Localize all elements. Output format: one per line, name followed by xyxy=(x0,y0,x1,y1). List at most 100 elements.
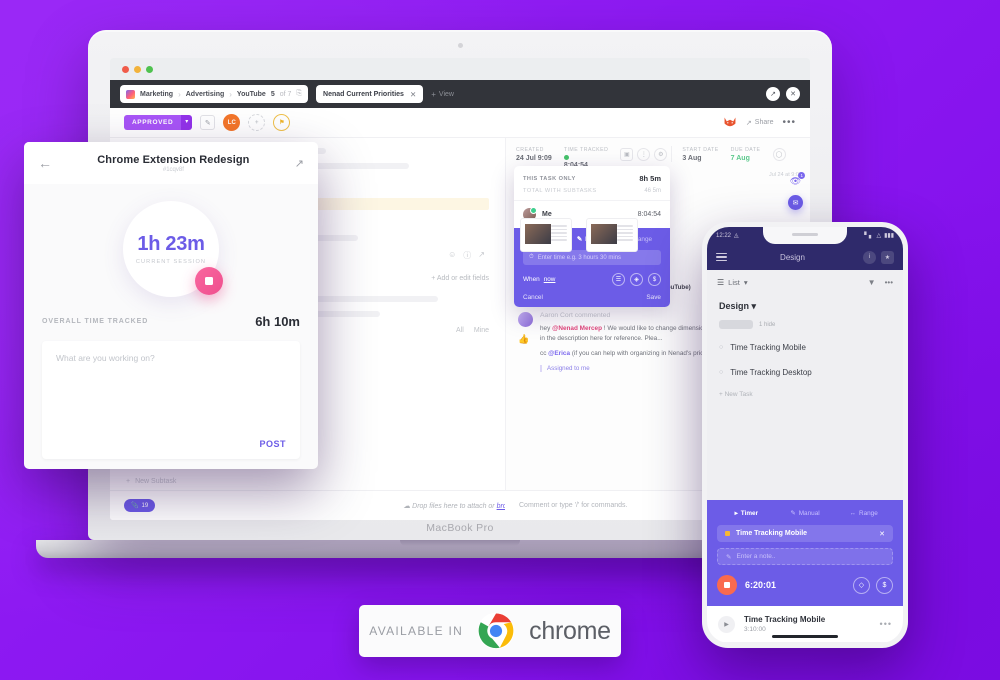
new-subtask-row[interactable]: + New Subtask xyxy=(110,478,505,485)
tracker-note-input[interactable]: ✎ Enter a note.. xyxy=(717,548,893,565)
add-assignee-icon[interactable]: + xyxy=(248,114,266,131)
edit-icon[interactable]: ✎ xyxy=(200,115,216,130)
time-input[interactable]: ⏱ Enter time e.g. 3 hours 30 mins xyxy=(523,250,661,265)
chrome-wordmark: chrome xyxy=(529,616,611,645)
status-indicators: ▘▖ △ ▮▮▮ xyxy=(864,232,894,239)
more-icon[interactable]: ◯ xyxy=(772,147,786,161)
breadcrumb-item-marketing[interactable]: Marketing xyxy=(140,91,173,98)
clear-icon[interactable]: ✕ xyxy=(879,530,885,538)
star-icon[interactable]: ★ xyxy=(881,250,894,264)
view-selector[interactable]: ☰ List ▾ xyxy=(717,278,748,287)
new-task-button[interactable]: + New Task xyxy=(707,385,903,404)
breadcrumb[interactable]: Marketing › Advertising › YouTube 5 of 7… xyxy=(120,85,309,103)
list-item[interactable]: ○ Time Tracking Mobile xyxy=(707,335,903,360)
right-rail: 👁 1 ✉ xyxy=(788,172,806,210)
divider xyxy=(671,146,673,162)
breadcrumb-item-advertising[interactable]: Advertising xyxy=(186,91,225,98)
close-window-button[interactable] xyxy=(122,65,129,73)
copy-link-icon[interactable]: ⎘ xyxy=(296,90,302,98)
tag-icon[interactable]: ◇ xyxy=(853,576,870,594)
chevron-down-icon: ▾ xyxy=(751,301,757,311)
stop-timer-button[interactable] xyxy=(717,575,737,595)
menu-icon[interactable] xyxy=(716,252,727,262)
back-arrow-icon[interactable]: ← xyxy=(38,155,52,171)
add-view-button[interactable]: + View xyxy=(431,90,454,99)
meta-start-date[interactable]: START DATE 3 Aug xyxy=(682,147,730,162)
close-icon[interactable]: ✕ xyxy=(410,90,416,99)
settings-icon[interactable]: ⚙ xyxy=(654,147,668,161)
time-popup-row: TOTAL WITH SUBTASKS 46 5m xyxy=(523,188,661,194)
note-icon[interactable]: ☰ xyxy=(612,273,625,286)
billable-icon[interactable]: $ xyxy=(876,576,893,594)
timer-section: 1h 23m CURRENT SESSION xyxy=(24,184,318,314)
list-icon[interactable]: ⋮ xyxy=(637,147,651,161)
tracker-tabs: ▸ Timer ✎ Manual ↔ Range xyxy=(717,509,893,518)
close-icon[interactable]: ✕ xyxy=(786,87,800,101)
cancel-button[interactable]: Cancel xyxy=(523,294,543,301)
tab-range[interactable]: ↔ Range xyxy=(834,510,893,517)
time-popup-row: THIS TASK ONLY 8h 5m xyxy=(523,174,661,183)
cloud-upload-icon: ☁ xyxy=(403,502,411,510)
extension-title-group: Chrome Extension Redesign #1cqv8f xyxy=(52,154,295,173)
entry-text-group: Time Tracking Mobile 3:10:00 xyxy=(744,615,825,633)
avatar xyxy=(518,312,533,327)
maximize-window-button[interactable] xyxy=(146,65,153,73)
note-placeholder: Enter a note.. xyxy=(736,553,776,560)
group-header[interactable]: Design ▾ xyxy=(707,295,903,314)
attachment-count-badge[interactable]: 📎 19 xyxy=(124,499,156,512)
breadcrumb-item-youtube[interactable]: YouTube xyxy=(237,91,266,98)
tab-nenad-current-priorities[interactable]: Nenad Current Priorities ✕ xyxy=(316,85,424,103)
filter-icon[interactable]: ▼ xyxy=(868,278,876,287)
phone-body: 12:22 ◬ ▘▖ △ ▮▮▮ Design i ★ ☰ List ▾ ▼ •… xyxy=(702,222,908,648)
play-icon[interactable]: ▶ xyxy=(718,615,735,633)
mention[interactable]: @Nenad Mercep xyxy=(552,325,602,332)
post-button[interactable]: POST xyxy=(259,439,286,449)
emoji-icon[interactable]: ☺ xyxy=(448,250,456,261)
tab-timer[interactable]: ▸ Timer xyxy=(717,509,776,518)
hide-label[interactable]: 1 hide xyxy=(759,322,775,328)
help-icon[interactable]: ⓘ xyxy=(463,250,471,261)
total-with-subtasks-value: 46 5m xyxy=(644,188,661,194)
tag-icon[interactable]: ◈ xyxy=(630,273,643,286)
status-chip[interactable] xyxy=(719,320,753,329)
minimize-window-button[interactable] xyxy=(134,65,141,73)
share-button[interactable]: ↗ Share xyxy=(746,119,774,127)
expand-icon[interactable]: ↗ xyxy=(478,250,485,261)
note-input[interactable]: What are you working on? xyxy=(56,353,286,363)
comment-placeholder: Comment or type '/' for commands. xyxy=(519,502,628,509)
phone-screen: 12:22 ◬ ▘▖ △ ▮▮▮ Design i ★ ☰ List ▾ ▼ •… xyxy=(707,227,903,643)
stop-timer-button[interactable] xyxy=(195,267,223,295)
open-external-icon[interactable]: ↗ xyxy=(295,157,304,170)
selected-task-row[interactable]: Time Tracking Mobile ✕ xyxy=(717,525,893,542)
list-item[interactable]: ○ Time Tracking Desktop xyxy=(707,360,903,385)
thumbs-up-icon[interactable]: 👍 xyxy=(518,334,534,345)
mention[interactable]: @Erica xyxy=(548,350,570,357)
tab-all[interactable]: All xyxy=(456,327,464,334)
comment-fab[interactable]: ✉ xyxy=(788,195,803,210)
tab-mine[interactable]: Mine xyxy=(474,327,489,334)
webcam-icon xyxy=(457,43,463,48)
billable-icon[interactable]: $ xyxy=(648,273,661,286)
time-entry-actions: ☰ ◈ $ xyxy=(612,273,661,286)
comment-text: cc xyxy=(540,350,549,357)
meta-due-date[interactable]: DUE DATE 7 Aug xyxy=(731,147,773,162)
info-icon[interactable]: i xyxy=(863,250,876,264)
attachment-thumbnail xyxy=(520,218,572,252)
more-icon[interactable]: ••• xyxy=(880,619,892,629)
when-value[interactable]: now xyxy=(544,276,556,283)
tab-manual[interactable]: ✎ Manual xyxy=(776,509,835,518)
calendar-icon[interactable]: ▣ xyxy=(620,147,634,161)
watchers-icon[interactable]: 👁 1 xyxy=(790,172,806,187)
tab-label: Nenad Current Priorities xyxy=(323,90,404,98)
task-id: #1cqv8f xyxy=(162,166,184,173)
avatar[interactable]: LC xyxy=(223,114,241,131)
more-icon[interactable]: ••• xyxy=(885,278,893,287)
chrome-availability-badge[interactable]: AVAILABLE IN chrome xyxy=(359,605,621,657)
priority-flag-icon[interactable]: ⚑ xyxy=(273,114,291,131)
save-button[interactable]: Save xyxy=(646,294,661,301)
status-badge[interactable]: APPROVED ▾ xyxy=(124,115,193,130)
when-row: When now ☰ ◈ $ xyxy=(523,273,661,286)
expand-icon[interactable]: ↗ xyxy=(766,87,780,101)
more-options-icon[interactable]: ••• xyxy=(782,117,796,128)
meta-time-tracked[interactable]: TIME TRACKED 8:04:54 xyxy=(564,147,621,169)
